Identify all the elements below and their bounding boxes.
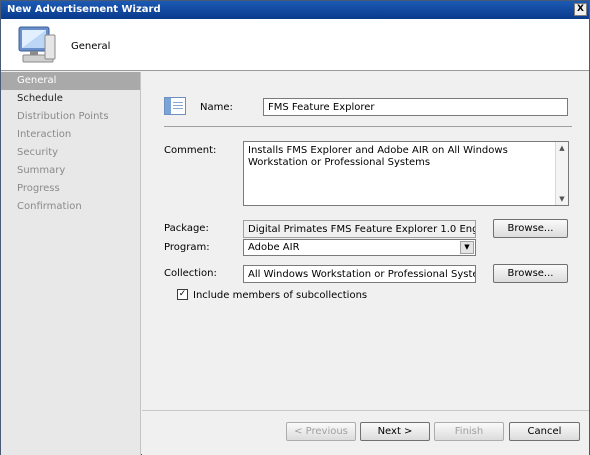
wizard-window: New Advertisement Wizard X General Gener…	[0, 0, 590, 455]
cancel-button[interactable]: Cancel	[509, 422, 580, 441]
comment-label: Comment:	[164, 145, 217, 156]
nav-item-summary: Summary	[17, 165, 66, 176]
name-input[interactable]: FMS Feature Explorer	[263, 98, 568, 116]
nav-item-schedule[interactable]: Schedule	[1, 90, 140, 108]
nav-item-interaction: Interaction	[17, 129, 72, 140]
chevron-down-icon[interactable]: ▼	[460, 241, 474, 254]
collection-browse-button[interactable]: Browse...	[493, 264, 568, 283]
include-subcollections-label[interactable]: Include members of subcollections	[193, 290, 367, 301]
wizard-nav: General Schedule Distribution Points Int…	[1, 72, 141, 455]
comment-text: Installs FMS Explorer and Adobe AIR on A…	[248, 145, 508, 168]
title-bar: New Advertisement Wizard X	[1, 1, 589, 19]
package-field: Digital Primates FMS Feature Explorer 1.…	[243, 220, 476, 238]
close-button[interactable]: X	[574, 3, 587, 16]
comment-textarea[interactable]: Installs FMS Explorer and Adobe AIR on A…	[243, 141, 569, 206]
program-label: Program:	[164, 242, 210, 253]
separator	[164, 126, 572, 127]
package-label: Package:	[164, 223, 209, 234]
scroll-up-icon[interactable]: ▲	[556, 142, 568, 154]
computer-icon	[18, 26, 56, 63]
previous-button[interactable]: < Previous	[286, 422, 356, 441]
package-browse-button[interactable]: Browse...	[493, 219, 568, 238]
nav-item-confirmation: Confirmation	[17, 201, 82, 212]
finish-button[interactable]: Finish	[434, 422, 504, 441]
name-label: Name:	[200, 102, 233, 113]
nav-item-general[interactable]: General	[1, 72, 140, 90]
collection-input[interactable]: All Windows Workstation or Professional …	[243, 265, 476, 283]
window-title: New Advertisement Wizard	[7, 4, 161, 15]
wizard-header: General	[1, 19, 589, 71]
next-button[interactable]: Next >	[360, 422, 430, 441]
nav-item-security: Security	[17, 147, 59, 158]
page-title: General	[71, 41, 111, 52]
include-subcollections-checkbox[interactable]: ✓	[177, 289, 188, 300]
nav-item-progress: Progress	[17, 183, 60, 194]
program-select[interactable]: Adobe AIR ▼	[243, 239, 476, 256]
advertisement-icon	[164, 97, 186, 115]
nav-item-distribution-points: Distribution Points	[17, 111, 109, 122]
comment-scrollbar[interactable]: ▲ ▼	[555, 142, 568, 205]
program-selected-value: Adobe AIR	[248, 242, 300, 253]
scroll-down-icon[interactable]: ▼	[556, 193, 568, 205]
collection-label: Collection:	[164, 268, 217, 279]
